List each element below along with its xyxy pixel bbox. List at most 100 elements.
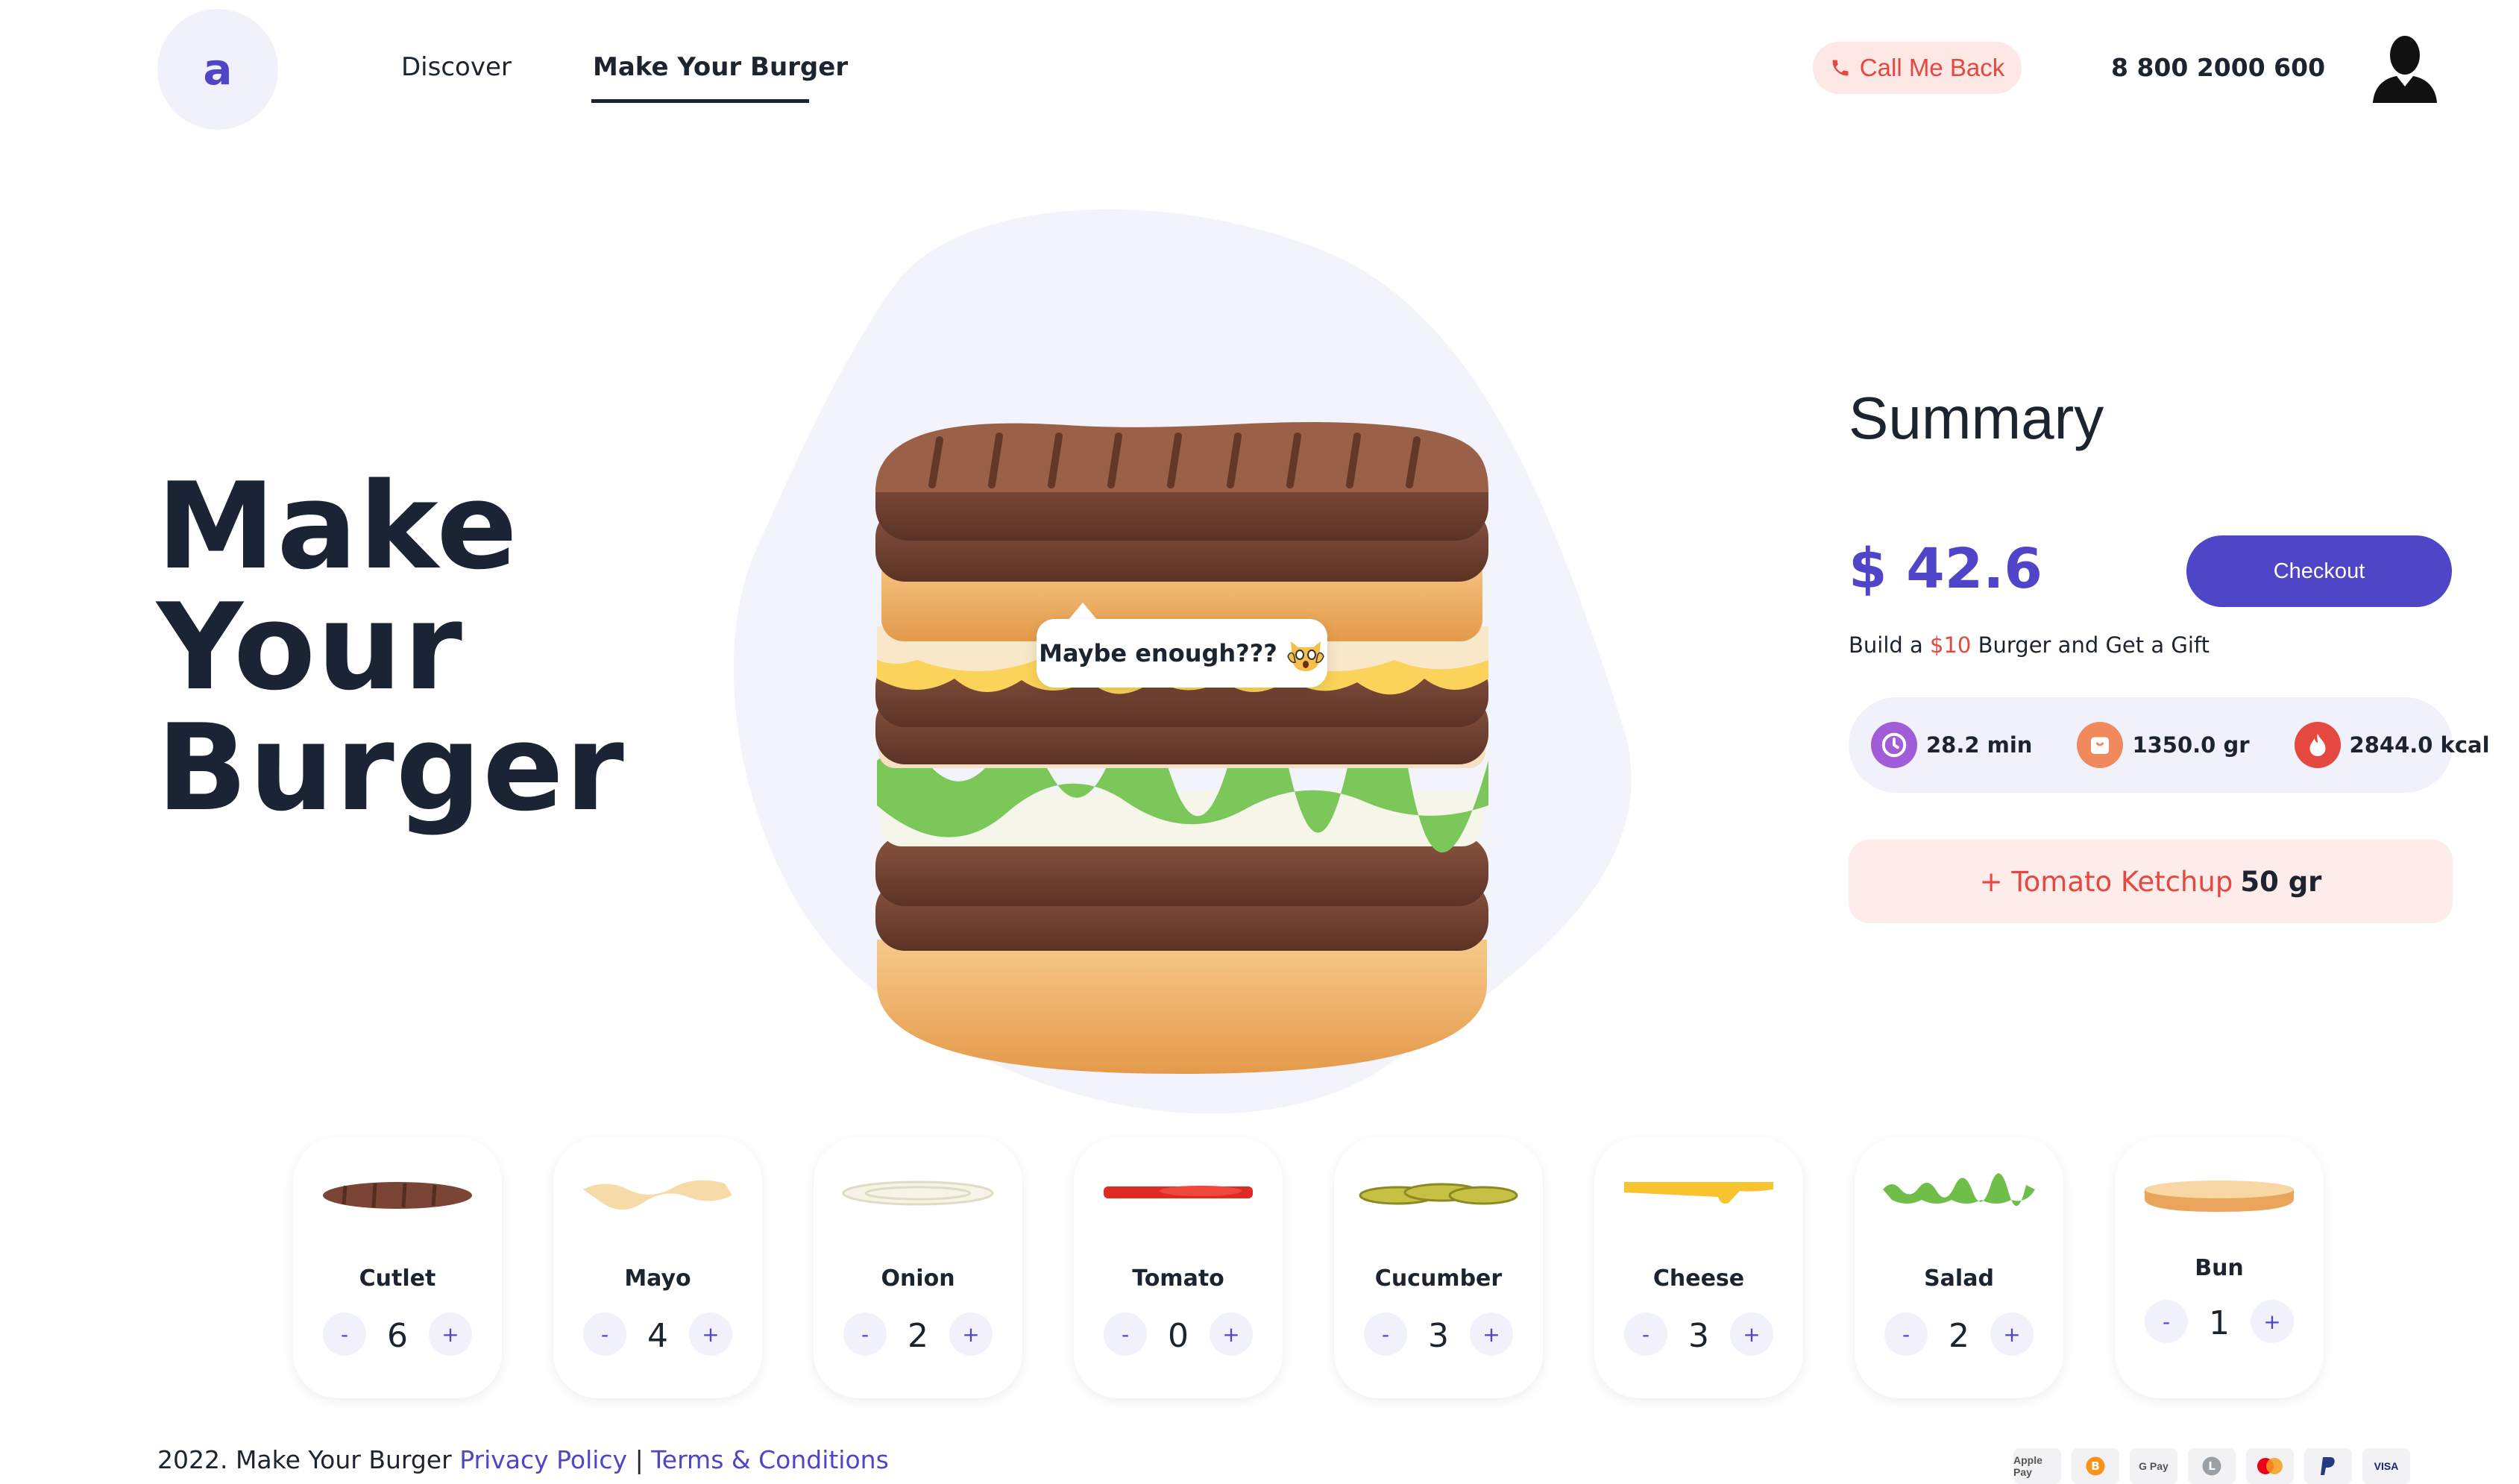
call-me-back-button[interactable]: Call Me Back <box>1813 42 2022 94</box>
cheese-quantity: 3 <box>1688 1317 1709 1355</box>
bun-icon <box>2145 1180 2294 1212</box>
nav-active-underline <box>591 99 809 103</box>
google-pay-icon: G Pay <box>2130 1448 2177 1484</box>
quantity-stepper: - 1 + <box>2115 1300 2324 1346</box>
mastercard-icon <box>2246 1448 2294 1484</box>
stat-weight-value: 1350.0 gr <box>2132 732 2250 758</box>
decrease-cutlet-button[interactable]: - <box>323 1312 366 1356</box>
add-ketchup-button[interactable]: + Tomato Ketchup 50 gr <box>1849 840 2453 923</box>
increase-cheese-button[interactable]: + <box>1730 1312 1773 1356</box>
salad-quantity: 2 <box>1949 1317 1969 1355</box>
mayo-quantity: 4 <box>647 1317 668 1355</box>
footer-separator: | <box>635 1445 644 1474</box>
paypal-icon <box>2304 1448 2352 1484</box>
gift-amount: $10 <box>1930 632 1972 658</box>
ingredient-name: Bun <box>2195 1255 2244 1281</box>
quantity-stepper: - 3 + <box>1334 1312 1543 1359</box>
total-price: $ 42.6 <box>1849 537 2042 601</box>
addon-name: + Tomato Ketchup <box>1979 865 2233 898</box>
gift-promo: Build a $10 Burger and Get a Gift <box>1849 632 2210 658</box>
call-me-back-label: Call Me Back <box>1859 54 2005 81</box>
ingredient-name: Onion <box>881 1266 955 1292</box>
footer: 2022. Make Your Burger Privacy Policy | … <box>157 1445 889 1474</box>
cutlet-quantity: 6 <box>387 1317 408 1355</box>
quantity-stepper: - 2 + <box>814 1312 1022 1359</box>
payment-methods: Apple Pay B G Pay L VISA <box>2013 1448 2410 1484</box>
decrease-mayo-button[interactable]: - <box>583 1312 626 1356</box>
onion-icon <box>842 1180 994 1206</box>
ingredient-name: Salad <box>1924 1266 1994 1292</box>
hero-title-line-1: Make <box>157 456 519 596</box>
terms-link[interactable]: Terms & Conditions <box>651 1445 889 1474</box>
increase-salad-button[interactable]: + <box>1990 1312 2034 1356</box>
cucumber-icon <box>1359 1183 1518 1205</box>
decrease-bun-button[interactable]: - <box>2145 1300 2188 1343</box>
checkout-button[interactable]: Checkout <box>2186 535 2452 607</box>
svg-text:L: L <box>2208 1459 2215 1473</box>
increase-cutlet-button[interactable]: + <box>429 1312 472 1356</box>
stats-panel: 28.2 min 1350.0 gr 2844.0 kcal <box>1849 697 2490 793</box>
addon-amount: 50 gr <box>2240 865 2322 898</box>
cutlet-icon <box>323 1182 472 1209</box>
cheese-icon <box>1624 1182 1773 1204</box>
speech-bubble: Maybe enough??? <box>1037 619 1327 688</box>
nav-discover[interactable]: Discover <box>401 52 512 82</box>
bubble-text: Maybe enough??? <box>1039 639 1277 667</box>
copyright-text: 2022. Make Your Burger <box>157 1445 452 1474</box>
quantity-stepper: - 0 + <box>1074 1312 1283 1359</box>
screaming-cat-emoji-icon <box>1287 641 1324 671</box>
decrease-salad-button[interactable]: - <box>1884 1312 1928 1356</box>
ingredient-name: Cutlet <box>359 1266 436 1292</box>
hero-title: Make Your Burger <box>157 466 626 829</box>
stat-time: 28.2 min <box>1871 722 2032 768</box>
burger-illustration <box>875 422 1488 1074</box>
increase-mayo-button[interactable]: + <box>689 1312 732 1356</box>
litecoin-icon: L <box>2188 1448 2236 1484</box>
tomato-icon <box>1104 1186 1253 1198</box>
privacy-policy-link[interactable]: Privacy Policy <box>459 1445 627 1474</box>
gift-prefix: Build a <box>1849 632 1923 658</box>
decrease-cheese-button[interactable]: - <box>1624 1312 1667 1356</box>
stat-calories-value: 2844.0 kcal <box>2349 732 2490 758</box>
quantity-stepper: - 3 + <box>1594 1312 1803 1359</box>
bubble-tail <box>1068 603 1098 620</box>
weight-icon <box>2077 722 2124 768</box>
ingredient-card-mayo: Mayo - 4 + <box>553 1137 762 1398</box>
ingredient-name: Mayo <box>624 1266 691 1292</box>
logo[interactable]: a <box>157 9 278 130</box>
hero-title-line-3: Burger <box>157 698 626 837</box>
clock-icon <box>1871 722 1917 768</box>
decrease-tomato-button[interactable]: - <box>1104 1312 1147 1356</box>
ingredient-name: Cucumber <box>1374 1266 1503 1292</box>
phone-number[interactable]: 8 800 2000 600 <box>2111 53 2325 82</box>
phone-icon <box>1832 60 1849 76</box>
decrease-cucumber-button[interactable]: - <box>1364 1312 1407 1356</box>
ingredient-name: Tomato <box>1132 1266 1224 1292</box>
apple-pay-icon: Apple Pay <box>2013 1448 2061 1484</box>
increase-onion-button[interactable]: + <box>949 1312 993 1356</box>
stat-time-value: 28.2 min <box>1926 732 2033 758</box>
visa-icon: VISA <box>2362 1448 2410 1484</box>
tomato-quantity: 0 <box>1168 1317 1189 1355</box>
salad-icon <box>1883 1173 2035 1207</box>
ingredient-card-cutlet: Cutlet - 6 + <box>293 1137 502 1398</box>
ingredient-card-bun: Bun - 1 + <box>2115 1137 2324 1398</box>
increase-cucumber-button[interactable]: + <box>1470 1312 1513 1356</box>
hero-title-line-2: Your <box>157 577 464 717</box>
user-avatar-icon[interactable] <box>2371 34 2438 103</box>
cucumber-quantity: 3 <box>1428 1317 1449 1355</box>
increase-bun-button[interactable]: + <box>2251 1300 2294 1343</box>
mayo-icon <box>583 1180 732 1210</box>
nav-make-your-burger[interactable]: Make Your Burger <box>593 52 848 82</box>
ingredient-card-tomato: Tomato - 0 + <box>1074 1137 1283 1398</box>
fire-icon <box>2294 722 2341 768</box>
decrease-onion-button[interactable]: - <box>843 1312 887 1356</box>
ingredient-name: Cheese <box>1652 1266 1745 1292</box>
onion-quantity: 2 <box>908 1317 928 1355</box>
stat-weight: 1350.0 gr <box>2077 722 2250 768</box>
gift-suffix: Burger and Get a Gift <box>1978 632 2210 658</box>
bun-quantity: 1 <box>2209 1304 2230 1342</box>
ingredient-card-cheese: Cheese - 3 + <box>1594 1137 1803 1398</box>
quantity-stepper: - 2 + <box>1855 1312 2063 1359</box>
increase-tomato-button[interactable]: + <box>1210 1312 1253 1356</box>
